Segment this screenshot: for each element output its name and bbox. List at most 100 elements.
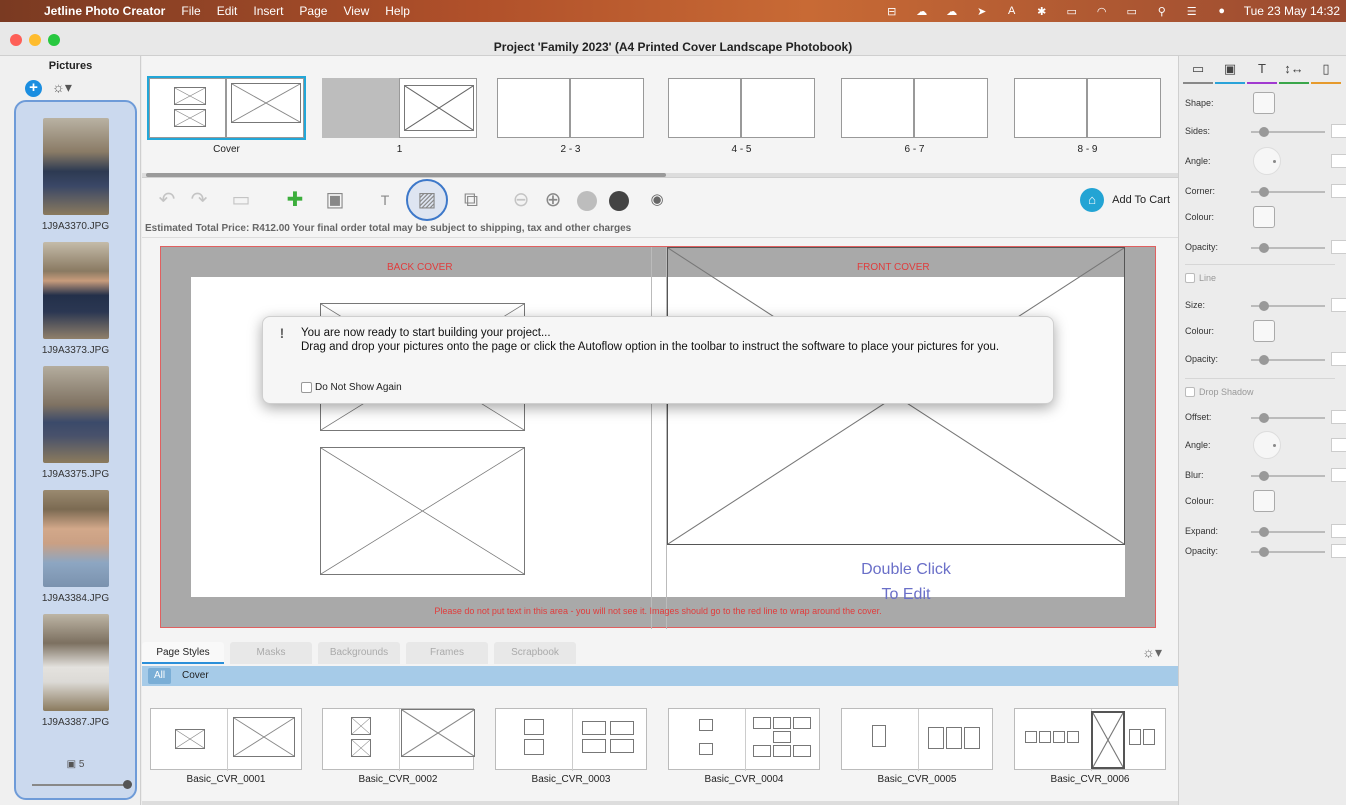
photo-thumbnail[interactable] [42, 242, 109, 339]
page-style-preview[interactable] [322, 708, 475, 771]
spread-page-1[interactable]: 1 [322, 78, 477, 163]
drop-shadow-checkbox[interactable] [1185, 387, 1195, 397]
shadow-blur-slider[interactable] [1251, 471, 1325, 481]
menu-edit[interactable]: Edit [209, 4, 246, 18]
page-style-item[interactable]: Basic_CVR_0005 [841, 708, 993, 785]
sides-value-field[interactable] [1331, 124, 1346, 138]
shadow-angle-dial[interactable] [1253, 431, 1281, 459]
previous-page-icon[interactable] [574, 188, 600, 212]
spread-pages-8-9[interactable]: 8 - 9 [1014, 78, 1161, 163]
styles-scrollbar[interactable] [142, 801, 1178, 805]
tab-masks[interactable]: Masks [230, 642, 312, 664]
text-properties-tab-icon[interactable]: T [1247, 56, 1277, 84]
shadow-expand-value-field[interactable] [1331, 524, 1346, 538]
thumbnail-size-slider[interactable] [32, 780, 132, 789]
picture-item[interactable]: 1J9A3370.JPG [16, 118, 135, 232]
photo-thumbnail[interactable] [42, 490, 109, 587]
angle-dial[interactable] [1253, 147, 1281, 175]
pictures-settings-gear-icon[interactable]: ☼▾ [52, 79, 72, 96]
page-style-item[interactable]: Basic_CVR_0002 [322, 708, 475, 785]
page-style-preview[interactable] [841, 708, 993, 771]
add-pictures-button[interactable]: + [25, 80, 42, 97]
page-style-preview[interactable] [1014, 708, 1166, 771]
fill-colour-swatch[interactable] [1253, 206, 1275, 228]
line-colour-swatch[interactable] [1253, 320, 1275, 342]
status-square-icon[interactable]: ⊟ [884, 4, 900, 18]
input-source-icon[interactable]: A [1004, 4, 1020, 18]
spread-pages-6-7[interactable]: 6 - 7 [841, 78, 988, 163]
spread-cover[interactable]: Cover [147, 76, 306, 163]
shadow-expand-slider[interactable] [1251, 527, 1325, 537]
page-layout-icon[interactable]: ⧉ [458, 188, 484, 212]
spreads-scrollbar[interactable] [142, 173, 1178, 177]
wifi-icon[interactable]: ◠ [1094, 4, 1110, 18]
scrollbar-thumb[interactable] [146, 173, 666, 177]
slider-knob[interactable] [1259, 243, 1269, 253]
add-picture-box-icon[interactable]: ▣ [322, 188, 348, 212]
menu-file[interactable]: File [173, 4, 208, 18]
bluetooth-icon[interactable]: ✱ [1034, 4, 1050, 18]
page-style-item[interactable]: Basic_CVR_0001 [150, 708, 302, 785]
shadow-angle-value-field[interactable] [1331, 438, 1346, 452]
photo-thumbnail[interactable] [42, 366, 109, 463]
navigation-icon[interactable]: ➤ [974, 4, 990, 18]
slider-knob[interactable] [1259, 471, 1269, 481]
page-style-item[interactable]: Basic_CVR_0003 [495, 708, 647, 785]
opacity-slider[interactable] [1251, 243, 1325, 253]
menubar-clock[interactable]: Tue 23 May 14:32 [1244, 4, 1340, 18]
photo-thumbnail[interactable] [42, 614, 109, 711]
slider-knob[interactable] [123, 780, 132, 789]
page-properties-tab-icon[interactable]: ▯ [1311, 56, 1341, 84]
tab-page-styles[interactable]: Page Styles [142, 642, 224, 664]
app-menu[interactable]: Jetline Photo Creator [36, 4, 173, 18]
page-style-item[interactable]: Basic_CVR_0004 [668, 708, 820, 785]
line-opacity-value-field[interactable] [1331, 352, 1346, 366]
page-style-item[interactable]: Basic_CVR_0006 [1014, 708, 1166, 785]
opacity-value-field[interactable] [1331, 240, 1346, 254]
spread-pages-4-5[interactable]: 4 - 5 [668, 78, 815, 163]
filter-all[interactable]: All [148, 668, 172, 684]
page-style-preview[interactable] [150, 708, 302, 771]
shape-picker[interactable] [1253, 92, 1275, 114]
page-style-preview[interactable] [668, 708, 820, 771]
checkbox-box[interactable] [301, 382, 312, 393]
angle-value-field[interactable] [1331, 154, 1346, 168]
spread-pages-2-3[interactable]: 2 - 3 [497, 78, 644, 163]
sides-slider[interactable] [1251, 127, 1325, 137]
battery-icon[interactable]: ▭ [1124, 4, 1140, 18]
shadow-offset-value-field[interactable] [1331, 410, 1346, 424]
slider-knob[interactable] [1259, 187, 1269, 197]
control-center-icon[interactable]: ☰ [1184, 4, 1200, 18]
next-page-icon[interactable] [606, 188, 632, 212]
slider-knob[interactable] [1259, 413, 1269, 423]
picture-item[interactable]: 1J9A3384.JPG [16, 490, 135, 604]
picture-item[interactable]: 1J9A3387.JPG [16, 614, 135, 728]
redo-icon[interactable]: ↷ [186, 188, 212, 212]
keyboard-icon[interactable]: ▭ [1064, 4, 1080, 18]
back-cover-photo-placeholder[interactable] [320, 447, 525, 575]
slider-knob[interactable] [1259, 527, 1269, 537]
photo-thumbnail[interactable] [42, 118, 109, 215]
cloud-sync-icon[interactable]: ☁ [944, 4, 960, 18]
shape-properties-tab-icon[interactable]: ▭ [1183, 56, 1213, 84]
page-style-preview[interactable] [495, 708, 647, 771]
filter-cover[interactable]: Cover [176, 668, 215, 684]
add-to-cart-button[interactable]: ⌂ Add To Cart [1080, 188, 1170, 212]
slider-knob[interactable] [1259, 127, 1269, 137]
preview-eye-icon[interactable]: ◉ [644, 188, 670, 212]
line-size-slider[interactable] [1251, 301, 1325, 311]
menu-help[interactable]: Help [377, 4, 418, 18]
spacing-properties-tab-icon[interactable]: ↕↔ [1279, 56, 1309, 84]
zoom-out-icon[interactable]: ⊖ [508, 188, 534, 212]
line-size-value-field[interactable] [1331, 298, 1346, 312]
tab-backgrounds[interactable]: Backgrounds [318, 642, 400, 664]
slider-knob[interactable] [1259, 355, 1269, 365]
shadow-opacity-value-field[interactable] [1331, 544, 1346, 558]
menu-page[interactable]: Page [291, 4, 335, 18]
slider-knob[interactable] [1259, 301, 1269, 311]
add-page-icon[interactable]: ✚ [282, 188, 308, 212]
tab-scrapbook[interactable]: Scrapbook [494, 642, 576, 664]
undo-icon[interactable]: ↶ [154, 188, 180, 212]
add-text-box-icon[interactable]: T [372, 188, 398, 212]
save-icon[interactable]: ▭ [228, 188, 254, 212]
